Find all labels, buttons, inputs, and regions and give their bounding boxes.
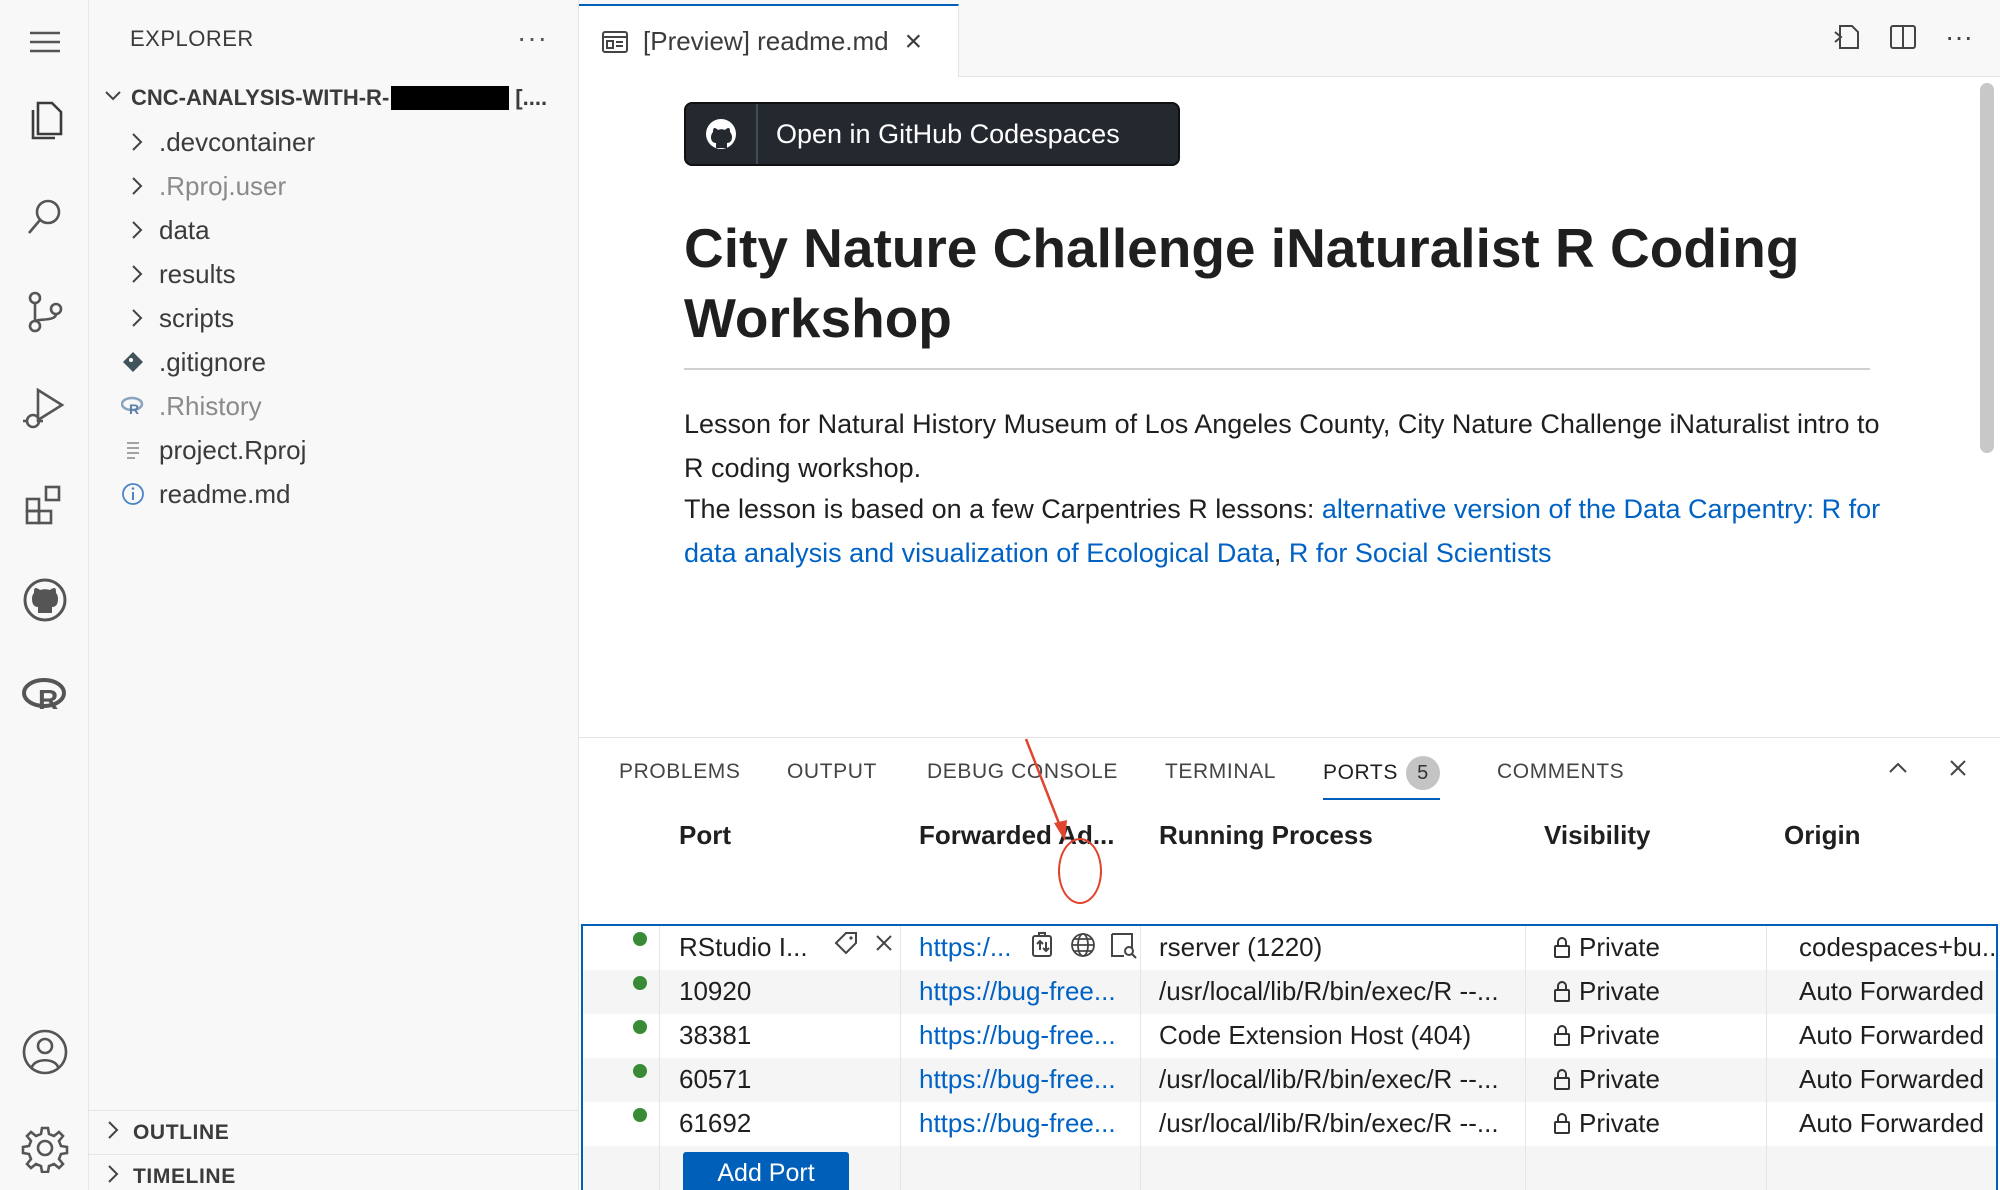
open-in-codespaces-button[interactable]: Open in GitHub Codespaces: [684, 102, 1180, 166]
text-file-icon: [121, 438, 145, 462]
tab-readme-preview[interactable]: [Preview] readme.md ×: [579, 4, 959, 77]
tree-item-project-rproj[interactable]: project.Rproj: [89, 428, 579, 472]
tab-ports-label: PORTS: [1323, 761, 1398, 784]
workspace-root-label: CNC-ANALYSIS-WITH-R-: [131, 85, 390, 110]
chevron-right-icon: [127, 262, 147, 293]
explorer-icon[interactable]: [0, 88, 89, 152]
separator-text: ,: [1273, 538, 1289, 568]
section-label: OUTLINE: [133, 1120, 230, 1144]
tree-item-rproj-user[interactable]: .Rproj.user: [89, 164, 579, 208]
close-icon[interactable]: ×: [905, 25, 923, 59]
timeline-section[interactable]: TIMELINE: [89, 1154, 579, 1190]
panel-tab-bar: PROBLEMS OUTPUT DEBUG CONSOLE TERMINAL P…: [579, 738, 2000, 808]
source-control-icon[interactable]: [0, 280, 89, 344]
tree-item-label: scripts: [159, 302, 235, 333]
codespaces-button-label: Open in GitHub Codespaces: [776, 118, 1120, 149]
intro-paragraph: Lesson for Natural History Museum of Los…: [684, 409, 1880, 483]
tab-terminal[interactable]: TERMINAL: [1165, 760, 1276, 784]
r-extension-icon[interactable]: R: [0, 664, 89, 728]
chevron-right-icon: [127, 174, 147, 205]
column-header-process[interactable]: Running Process: [1159, 820, 1373, 851]
activity-bar: R: [0, 0, 89, 1190]
ports-table: Port Forwarded Ad... Running Process Vis…: [579, 808, 2000, 1190]
workspace-root[interactable]: CNC-ANALYSIS-WITH-R- [....: [89, 78, 579, 118]
split-editor-icon[interactable]: [1886, 20, 1920, 54]
more-actions-icon[interactable]: ···: [517, 22, 548, 54]
tree-item-rhistory[interactable]: R .Rhistory: [89, 384, 579, 428]
close-panel-icon[interactable]: [1946, 756, 1970, 787]
settings-gear-icon[interactable]: [0, 1116, 89, 1180]
tree-item-label: readme.md: [159, 478, 291, 509]
tree-item-label: project.Rproj: [159, 434, 307, 465]
tree-item-label: .Rhistory: [159, 390, 262, 421]
tab-ports[interactable]: PORTS 5: [1323, 756, 1440, 800]
tree-item-results[interactable]: results: [89, 252, 579, 296]
search-icon[interactable]: [0, 185, 89, 249]
accounts-icon[interactable]: [0, 1020, 89, 1084]
chevron-right-icon: [127, 306, 147, 337]
page-title: City Nature Challenge iNaturalist R Codi…: [684, 217, 1800, 349]
lessons-text: The lesson is based on a few Carpentries…: [684, 494, 1322, 524]
preview-icon: [601, 28, 629, 56]
chevron-right-icon: [103, 1118, 123, 1148]
sidebar-title: EXPLORER: [130, 26, 254, 51]
tree-item-scripts[interactable]: scripts: [89, 296, 579, 340]
github-icon[interactable]: [0, 568, 89, 632]
tree-item-label: results: [159, 258, 236, 289]
section-label: TIMELINE: [133, 1164, 236, 1188]
tree-item-label: .gitignore: [159, 346, 266, 377]
menu-icon[interactable]: [0, 10, 89, 74]
markdown-preview: Open in GitHub Codespaces City Nature Ch…: [579, 77, 2000, 737]
tree-item-devcontainer[interactable]: .devcontainer: [89, 120, 579, 164]
bottom-panel: PROBLEMS OUTPUT DEBUG CONSOLE TERMINAL P…: [579, 737, 2000, 1190]
tree-item-data[interactable]: data: [89, 208, 579, 252]
social-scientists-link[interactable]: R for Social Scientists: [1289, 538, 1552, 568]
chevron-right-icon: [127, 218, 147, 249]
r-file-icon: R: [120, 394, 145, 418]
tree-item-readme[interactable]: readme.md: [89, 472, 579, 516]
tree-item-label: data: [159, 214, 210, 245]
tree-item-label: .Rproj.user: [159, 170, 287, 201]
more-actions-icon[interactable]: ···: [1942, 20, 1976, 54]
outline-section[interactable]: OUTLINE: [89, 1110, 579, 1154]
column-header-origin[interactable]: Origin: [1784, 820, 1861, 851]
editor-actions: ···: [1830, 20, 1976, 54]
table-focus-border: [581, 924, 1998, 1190]
column-header-visibility[interactable]: Visibility: [1544, 820, 1650, 851]
redaction-bar: [391, 86, 510, 110]
git-file-icon: [121, 350, 145, 374]
chevron-down-icon: [103, 86, 125, 111]
annotation-circle: [1058, 838, 1102, 904]
tree-item-gitignore[interactable]: .gitignore: [89, 340, 579, 384]
column-header-port[interactable]: Port: [679, 820, 731, 851]
chevron-right-icon: [127, 130, 147, 161]
chevron-right-icon: [103, 1162, 123, 1190]
tree-item-label: .devcontainer: [159, 126, 316, 157]
explorer-sidebar: EXPLORER ··· CNC-ANALYSIS-WITH-R- [.... …: [89, 0, 579, 1190]
ports-count-badge: 5: [1405, 756, 1440, 790]
tab-comments[interactable]: COMMENTS: [1497, 760, 1624, 784]
editor-tab-bar: [Preview] readme.md × ···: [579, 0, 2000, 77]
workspace-root-suffix: [....: [515, 85, 548, 110]
panel-actions: [1886, 756, 1970, 787]
open-source-icon[interactable]: [1830, 20, 1864, 54]
heading-divider: [684, 368, 1870, 370]
lessons-paragraph: The lesson is based on a few Carpentries…: [684, 487, 1894, 575]
svg-text:R: R: [129, 401, 139, 417]
tab-output[interactable]: OUTPUT: [787, 760, 877, 784]
maximize-panel-icon[interactable]: [1886, 756, 1910, 787]
extensions-icon[interactable]: [0, 472, 89, 536]
run-debug-icon[interactable]: [0, 376, 89, 440]
tab-problems[interactable]: PROBLEMS: [619, 760, 741, 784]
github-icon: [686, 104, 758, 164]
svg-text:R: R: [38, 684, 58, 715]
tab-title: [Preview] readme.md: [643, 26, 889, 56]
annotation-arrow: [1024, 738, 1067, 841]
info-icon: [121, 482, 145, 506]
preview-scrollbar[interactable]: [1980, 83, 1994, 453]
